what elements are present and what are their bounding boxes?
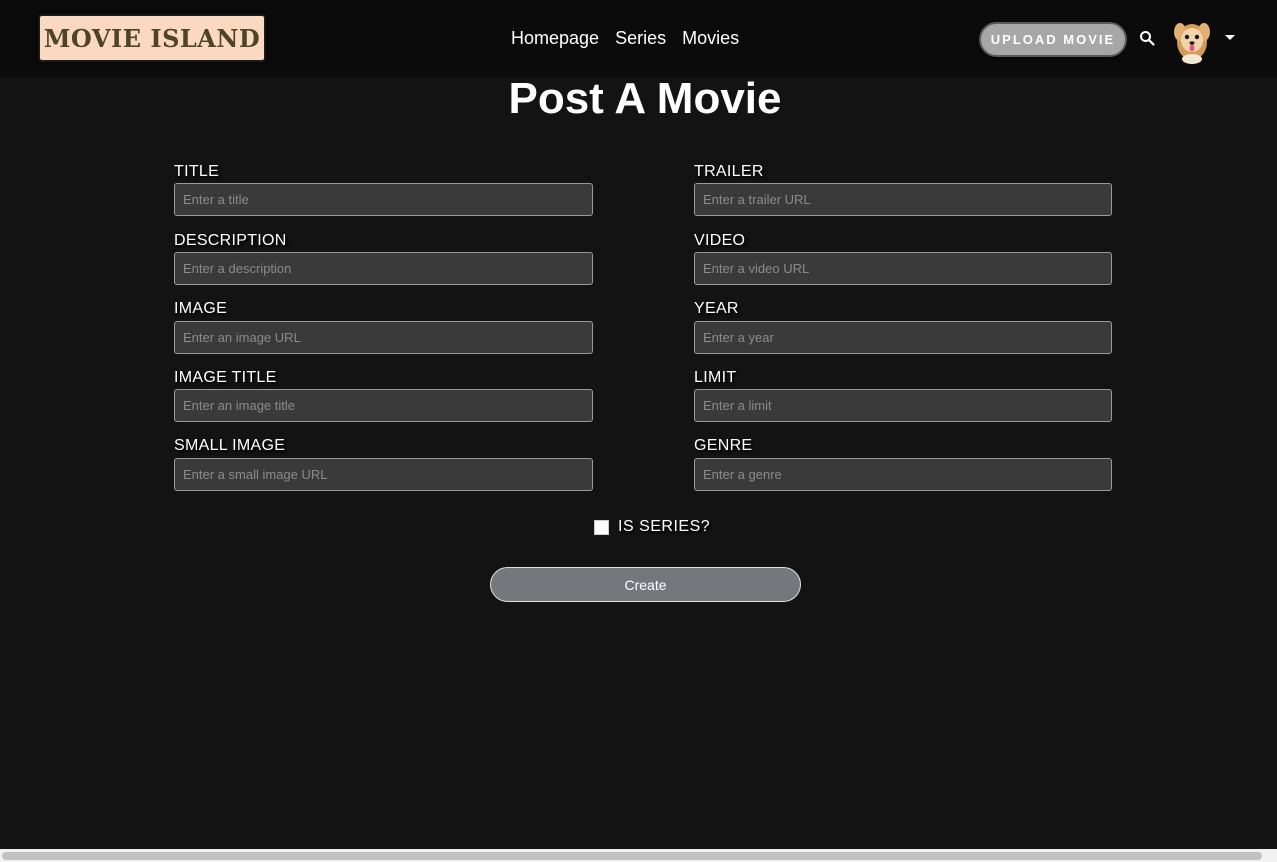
description-input[interactable] [174,252,593,285]
search-icon[interactable] [1139,30,1155,46]
genre-label: GENRE [694,437,753,454]
image-title-label: IMAGE TITLE [174,369,277,386]
nav-links: Homepage Series Movies [511,28,739,49]
trailer-label: TRAILER [694,163,764,180]
year-label: YEAR [694,300,739,317]
horizontal-scrollbar-thumb[interactable] [2,852,1262,860]
avatar[interactable] [1172,14,1212,64]
image-input[interactable] [174,321,593,354]
is-series-label: IS SERIES? [618,518,711,535]
trailer-input[interactable] [694,183,1112,216]
video-input[interactable] [694,252,1112,285]
nav-link-movies[interactable]: Movies [682,28,739,49]
small-image-input[interactable] [174,458,593,491]
genre-input[interactable] [694,458,1112,491]
title-label: TITLE [174,163,220,180]
year-input[interactable] [694,321,1112,354]
nav-link-series[interactable]: Series [615,28,666,49]
limit-label: LIMIT [694,369,737,386]
logo-text: MOVIE ISLAND [43,23,261,53]
is-series-checkbox[interactable] [594,520,609,535]
nav-link-homepage[interactable]: Homepage [511,28,599,49]
image-label: IMAGE [174,300,228,317]
image-title-input[interactable] [174,389,593,422]
video-label: VIDEO [694,232,746,249]
page-title: Post A Movie [508,74,782,123]
caret-down-icon[interactable] [1225,35,1235,41]
upload-movie-button[interactable]: UPLOAD MOVIE [979,22,1127,57]
navbar: MOVIE ISLAND Homepage Series Movies UPLO… [0,0,1277,78]
title-input[interactable] [174,183,593,216]
limit-input[interactable] [694,389,1112,422]
description-label: DESCRIPTION [174,232,287,249]
create-button[interactable]: Create [490,567,801,602]
small-image-label: SMALL IMAGE [174,437,286,454]
logo[interactable]: MOVIE ISLAND [38,14,266,62]
